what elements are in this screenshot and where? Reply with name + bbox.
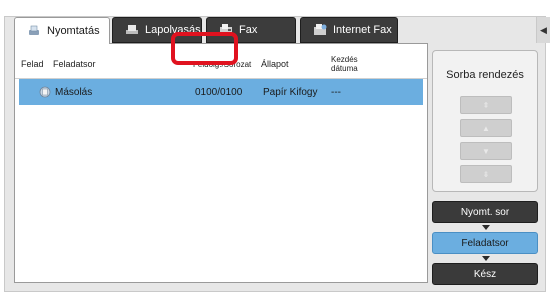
tab-fax-label: Fax: [239, 24, 258, 36]
row-start-date: ---: [331, 86, 341, 98]
scroll-right-button[interactable]: ◀: [536, 17, 550, 43]
header-queue: Feladatsor: [53, 59, 96, 69]
job-queue-button[interactable]: Feladatsor: [432, 232, 538, 254]
header-start: Kezdés dátuma: [331, 50, 358, 78]
job-queue-label: Feladatsor: [461, 237, 509, 249]
copy-job-icon: [39, 79, 51, 105]
row-job-name: Másolás: [55, 86, 93, 98]
tab-internet-fax-label: Internet Fax: [333, 24, 392, 36]
tab-internet-fax[interactable]: Internet Fax: [300, 17, 398, 43]
table-row[interactable]: Másolás 0100/0100 Papír Kifogy ---: [19, 79, 423, 105]
move-down-icon: ▼: [482, 146, 490, 156]
screen: Nyomtatás Lapolvasás Fax Internet Fax ◀ …: [0, 0, 550, 296]
header-start-line1: Kezdés: [331, 55, 358, 64]
arrow-down-icon: [482, 225, 490, 230]
move-top-button[interactable]: ⇞: [460, 96, 512, 114]
row-sets: 0100/0100: [195, 86, 243, 98]
print-icon: [27, 25, 41, 37]
tab-print[interactable]: Nyomtatás: [14, 17, 110, 44]
internet-fax-icon: [313, 24, 327, 36]
scan-icon: [125, 24, 139, 36]
move-bottom-icon: ⇟: [482, 169, 490, 179]
job-list-panel: Felad Feladatsor Feldolg./Sorozat Állapo…: [14, 43, 428, 283]
sort-title: Sorba rendezés: [446, 69, 524, 81]
header-status: Állapot: [261, 59, 289, 69]
move-down-button[interactable]: ▼: [460, 142, 512, 160]
arrow-down-icon: [482, 256, 490, 261]
complete-button[interactable]: Kész: [432, 263, 538, 285]
move-up-button[interactable]: ▲: [460, 119, 512, 137]
sets-highlight-box: [171, 32, 238, 65]
move-up-icon: ▲: [482, 123, 490, 133]
scroll-arrow-icon: ◀: [540, 24, 547, 35]
complete-label: Kész: [473, 268, 497, 280]
sort-panel: Sorba rendezés ⇞ ▲ ▼ ⇟: [432, 50, 538, 192]
move-top-icon: ⇞: [482, 100, 490, 110]
print-queue-button[interactable]: Nyomt. sor: [432, 201, 538, 223]
tab-print-label: Nyomtatás: [47, 25, 100, 37]
row-status: Papír Kifogy: [263, 86, 318, 98]
move-bottom-button[interactable]: ⇟: [460, 165, 512, 183]
print-queue-label: Nyomt. sor: [460, 206, 510, 218]
header-start-line2: dátuma: [331, 64, 358, 73]
header-job: Felad: [21, 59, 44, 69]
